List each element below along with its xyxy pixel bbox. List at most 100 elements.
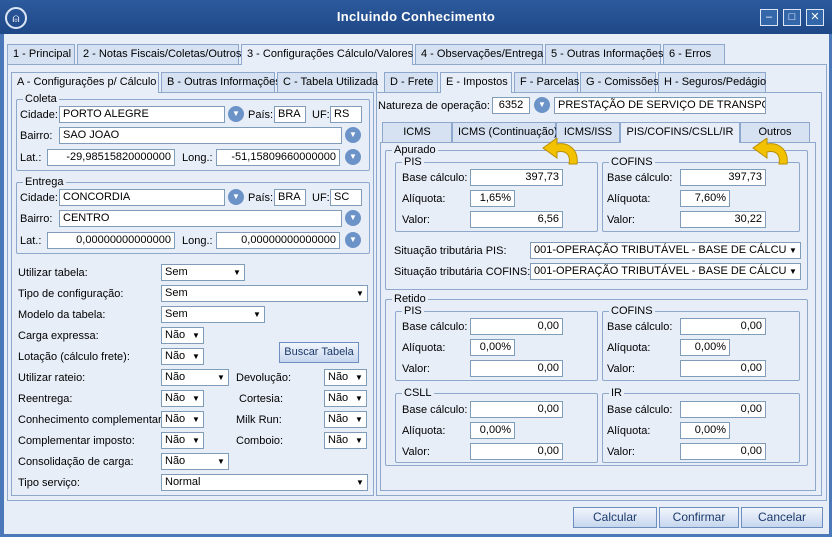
retido-csll-valor-input[interactable]: 0,00 xyxy=(470,443,563,460)
tab-observacoes[interactable]: 4 - Observações/Entrega xyxy=(415,44,543,64)
retido-pis-valor-input[interactable]: 0,00 xyxy=(470,360,563,377)
retido-ir-valor-input[interactable]: 0,00 xyxy=(680,443,766,460)
entrega-long-input[interactable]: 0,00000000000000 xyxy=(216,232,340,249)
entrega-pais-input[interactable]: BRA xyxy=(274,189,306,206)
calcular-button[interactable]: Calcular xyxy=(573,507,657,528)
retido-csll-base-input[interactable]: 0,00 xyxy=(470,401,563,418)
tipo-config-label: Tipo de configuração: xyxy=(18,288,124,300)
utilizar-tabela-select[interactable]: Sem ▼ xyxy=(161,264,245,281)
entrega-bairro-input[interactable]: CENTRO xyxy=(59,210,342,227)
retido-cofins-legend: COFINS xyxy=(611,305,653,317)
reentrega-select[interactable]: Não ▼ xyxy=(161,390,204,407)
tab-tabela-utilizada[interactable]: C - Tabela Utilizada xyxy=(277,72,378,92)
conh-complementar-label: Conhecimento complementar: xyxy=(18,414,165,426)
entrega-uf-input[interactable]: SC xyxy=(330,189,362,206)
apurado-cofins-valor-input[interactable]: 30,22 xyxy=(680,211,766,228)
tab-notas-fiscais[interactable]: 2 - Notas Fiscais/Coletas/Outros xyxy=(77,44,241,64)
tab-parcelas[interactable]: F - Parcelas xyxy=(514,72,579,92)
cancelar-button[interactable]: Cancelar xyxy=(741,507,823,528)
retido-ir-aliq-input[interactable]: 0,00% xyxy=(680,422,730,439)
coleta-lat-label: Lat.: xyxy=(20,152,42,164)
entrega-cidade-dropdown-icon[interactable]: ▼ xyxy=(228,189,244,205)
coleta-lat-input[interactable]: -29,98515820000000 xyxy=(47,149,175,166)
close-button[interactable]: ✕ xyxy=(806,9,824,26)
right-tabs: D - Frete E - Impostos F - Parcelas G - … xyxy=(384,72,824,93)
coleta-pais-input[interactable]: BRA xyxy=(274,106,306,123)
tipo-config-select[interactable]: Sem ▼ xyxy=(161,285,368,302)
tab-icms[interactable]: ICMS xyxy=(382,122,452,142)
retido-cofins-valor-input[interactable]: 0,00 xyxy=(680,360,766,377)
buscar-tabela-button[interactable]: Buscar Tabela xyxy=(279,342,359,363)
coleta-long-input[interactable]: -51,15809660000000 xyxy=(216,149,340,166)
milk-run-label: Milk Run: xyxy=(236,414,282,426)
lotacao-select[interactable]: Não ▼ xyxy=(161,348,204,365)
entrega-map-icon[interactable]: ▼ xyxy=(345,232,361,248)
entrega-lat-input[interactable]: 0,00000000000000 xyxy=(47,232,175,249)
tab-frete[interactable]: D - Frete xyxy=(384,72,438,92)
retido-pis-base-input[interactable]: 0,00 xyxy=(470,318,563,335)
apurado-pis-valor-input[interactable]: 6,56 xyxy=(470,211,563,228)
tab-configuracoes-p-calculo[interactable]: A - Configurações p/ Cálculo xyxy=(11,72,159,93)
tab-erros[interactable]: 6 - Erros xyxy=(663,44,725,64)
apurado-pis-aliq-input[interactable]: 1,65% xyxy=(470,190,515,207)
chevron-down-icon: ▼ xyxy=(233,268,241,277)
retido-csll-aliq-input[interactable]: 0,00% xyxy=(470,422,515,439)
tab-outras-info-b[interactable]: B - Outras Informações xyxy=(161,72,281,92)
tab-impostos[interactable]: E - Impostos xyxy=(440,72,512,93)
natureza-code-input[interactable]: 6352 xyxy=(492,97,530,114)
retido-cofins-base-input[interactable]: 0,00 xyxy=(680,318,766,335)
natureza-desc-input[interactable]: PRESTAÇÃO DE SERVIÇO DE TRANSPOI xyxy=(554,97,766,114)
modelo-tabela-label: Modelo da tabela: xyxy=(18,309,106,321)
apurado-cofins-aliq-input[interactable]: 7,60% xyxy=(680,190,730,207)
coleta-cidade-dropdown-icon[interactable]: ▼ xyxy=(228,106,244,122)
modelo-tabela-select[interactable]: Sem ▼ xyxy=(161,306,265,323)
sit-pis-select[interactable]: 001-OPERAÇÃO TRIBUTÁVEL - BASE DE CÁLCUL… xyxy=(530,242,801,259)
tab-pis-cofins-csll-ir[interactable]: PIS/COFINS/CSLL/IR xyxy=(620,122,740,143)
tab-principal[interactable]: 1 - Principal xyxy=(7,44,75,64)
reentrega-label: Reentrega: xyxy=(18,393,73,405)
minimize-button[interactable]: – xyxy=(760,9,778,26)
cortesia-select[interactable]: Não ▼ xyxy=(324,390,367,407)
coleta-legend: Coleta xyxy=(25,93,57,105)
retido-cofins-aliq-label: Alíquota: xyxy=(607,342,651,354)
curved-arrow-icon xyxy=(542,138,578,165)
apurado-cofins-valor-label: Valor: xyxy=(607,214,635,226)
complementar-imposto-select[interactable]: Não ▼ xyxy=(161,432,204,449)
chevron-down-icon: ▼ xyxy=(355,415,363,424)
comboio-select[interactable]: Não ▼ xyxy=(324,432,367,449)
main-tabs: 1 - Principal 2 - Notas Fiscais/Coletas/… xyxy=(7,44,827,65)
tab-comissoes[interactable]: G - Comissões xyxy=(580,72,659,92)
milk-run-select[interactable]: Não ▼ xyxy=(324,411,367,428)
complementar-imposto-value: Não xyxy=(165,434,186,446)
devolucao-label: Devolução: xyxy=(236,372,292,384)
tipo-servico-select[interactable]: Normal ▼ xyxy=(161,474,368,491)
coleta-uf-input[interactable]: RS xyxy=(330,106,362,123)
coleta-bairro-dropdown-icon[interactable]: ▼ xyxy=(345,127,361,143)
retido-pis-valor-label: Valor: xyxy=(402,363,430,375)
consolidacao-select[interactable]: Não ▼ xyxy=(161,453,229,470)
tab-outras-informacoes[interactable]: 5 - Outras Informações xyxy=(545,44,664,64)
devolucao-select[interactable]: Não ▼ xyxy=(324,369,367,386)
tab-seguros-pedagio[interactable]: H - Seguros/Pedágio xyxy=(658,72,766,92)
apurado-pis-base-input[interactable]: 397,73 xyxy=(470,169,563,186)
conh-complementar-select[interactable]: Não ▼ xyxy=(161,411,204,428)
retido-cofins-aliq-input[interactable]: 0,00% xyxy=(680,339,730,356)
maximize-button[interactable]: □ xyxy=(783,9,801,26)
retido-pis-aliq-input[interactable]: 0,00% xyxy=(470,339,515,356)
coleta-map-icon[interactable]: ▼ xyxy=(345,149,361,165)
sit-cofins-select[interactable]: 001-OPERAÇÃO TRIBUTÁVEL - BASE DE CÁLCUL… xyxy=(530,263,801,280)
carga-expressa-select[interactable]: Não ▼ xyxy=(161,327,204,344)
utilizar-rateio-select[interactable]: Não ▼ xyxy=(161,369,229,386)
entrega-bairro-dropdown-icon[interactable]: ▼ xyxy=(345,210,361,226)
retido-ir-base-input[interactable]: 0,00 xyxy=(680,401,766,418)
chevron-down-icon: ▼ xyxy=(786,264,800,279)
entrega-cidade-input[interactable]: CONCORDIA xyxy=(59,189,225,206)
coleta-pais-label: País: xyxy=(248,109,274,121)
coleta-bairro-input[interactable]: SAO JOAO xyxy=(59,127,342,144)
coleta-cidade-input[interactable]: PORTO ALEGRE xyxy=(59,106,225,123)
natureza-dropdown-icon[interactable]: ▼ xyxy=(534,97,550,113)
tab-configuracoes-calculo[interactable]: 3 - Configurações Cálculo/Valores xyxy=(241,44,413,65)
apurado-cofins-legend: COFINS xyxy=(611,156,653,168)
confirmar-button[interactable]: Confirmar xyxy=(659,507,739,528)
apurado-cofins-base-input[interactable]: 397,73 xyxy=(680,169,766,186)
